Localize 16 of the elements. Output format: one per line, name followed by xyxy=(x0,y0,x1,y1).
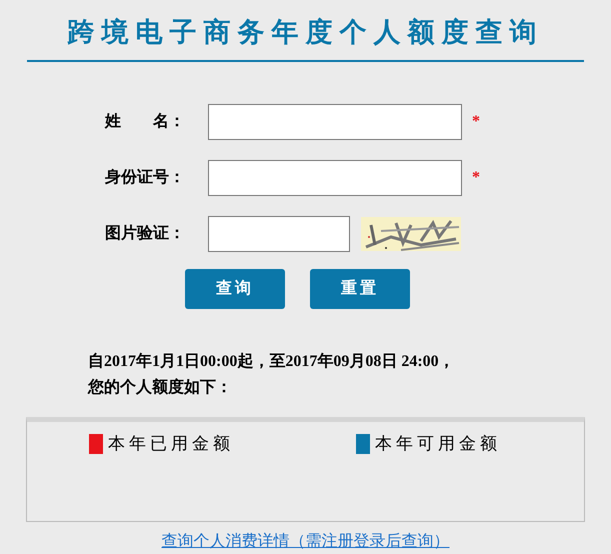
legend-label: 本年已用金额 xyxy=(108,433,234,456)
input-field[interactable] xyxy=(208,104,462,140)
notice-text: 自2017年1月1日00:00起，至2017年09月08日 24:00， xyxy=(88,352,456,372)
details-link[interactable]: 查询个人消费详情（需注册登录后查询） xyxy=(162,530,450,554)
page-title: 跨境电子商务年度个人额度查询 xyxy=(68,16,544,49)
required-mark: * xyxy=(472,112,480,132)
required-mark: * xyxy=(472,168,480,188)
input-field[interactable] xyxy=(208,160,462,196)
captcha-field[interactable] xyxy=(208,216,350,252)
field-label: 姓 名： xyxy=(105,112,186,132)
legend-label: 本年可用金额 xyxy=(375,433,501,456)
field-label: 图片验证： xyxy=(105,224,186,244)
field-label: 身份证号： xyxy=(105,168,186,188)
notice-text: 您的个人额度如下： xyxy=(88,377,233,398)
query-button[interactable]: 查询 xyxy=(185,268,285,309)
reset-button[interactable]: 重置 xyxy=(310,268,410,309)
